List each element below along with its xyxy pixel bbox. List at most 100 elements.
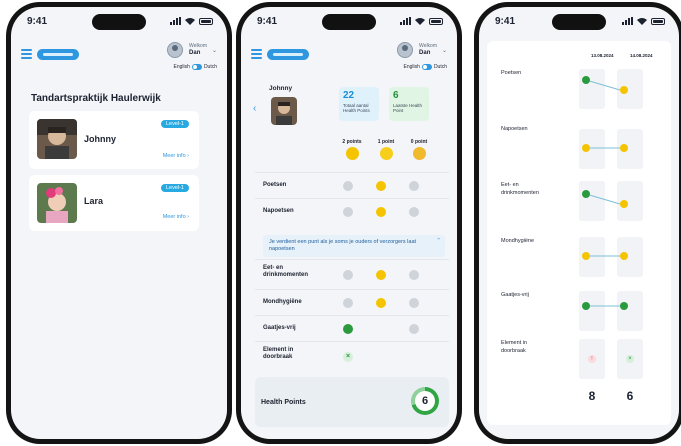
phone-home: 9:41 Welkom Dan ⌄ English Dutch Tandartspr… (6, 2, 232, 444)
row-label: Gaatjes-vrij (263, 325, 296, 331)
history-cell (617, 291, 643, 331)
smile-emoji-icon (379, 147, 393, 160)
child-photo (37, 183, 77, 223)
user-name: Dan (419, 50, 431, 56)
dynamic-island (322, 14, 376, 30)
signal-icon (400, 17, 411, 25)
status-bar: 9:41 (479, 7, 679, 35)
stat-last-point: 6 Laatste Health Point (389, 87, 429, 121)
health-points-summary: Health Points 6 (255, 377, 449, 427)
more-info-link[interactable]: Meer info › (163, 214, 189, 220)
welcome-text: Welkom Dan (189, 43, 207, 57)
back-arrow-icon[interactable]: ‹ (253, 103, 256, 114)
score-1-option[interactable] (376, 181, 386, 191)
language-toggle[interactable]: English Dutch (404, 64, 447, 70)
score-2-option[interactable] (343, 298, 353, 308)
score-row-mondhygiene: Mondhygiëne (255, 289, 449, 315)
status-time: 9:41 (257, 16, 278, 27)
history-row: Gaatjes-vrij (497, 291, 661, 341)
history-cell (579, 291, 605, 331)
lang-english: English (403, 64, 420, 70)
row-label: Poetsen (501, 70, 522, 76)
system-icons (400, 17, 443, 25)
row-label: Mondhygiëne (263, 299, 302, 305)
score-row-poetsen: Poetsen (255, 172, 449, 198)
chevron-up-icon[interactable]: ⌃ (436, 238, 441, 245)
child-card-johnny[interactable]: Johnny Level-1 Meer info › (29, 111, 199, 169)
system-icons (170, 17, 213, 25)
welcome-label: Welkom (419, 43, 437, 49)
chevron-down-icon[interactable]: ⌄ (442, 47, 447, 54)
chevron-down-icon[interactable]: ⌄ (212, 47, 217, 54)
wifi-icon (185, 18, 195, 25)
row-label: Element in doorbraak (263, 347, 294, 360)
row-label: Poetsen (263, 182, 287, 188)
status-dot-yellow (620, 200, 628, 208)
score-0-option[interactable] (409, 324, 419, 334)
child-photo (37, 119, 77, 159)
status-dot-green (620, 302, 628, 310)
welcome-text: Welkom Dan (419, 43, 437, 57)
user-name: Dan (189, 50, 201, 56)
user-avatar[interactable] (167, 42, 183, 58)
page-title: Tandartspraktijk Haulerwijk (31, 93, 161, 104)
score-row-element-doorbraak: Element in doorbraak × (255, 341, 449, 371)
child-name: Lara (84, 196, 104, 206)
row-label: Gaatjes-vrij (501, 292, 529, 298)
status-dot-yellow (620, 252, 628, 260)
language-switch[interactable] (421, 64, 432, 70)
check-icon[interactable]: × (343, 352, 353, 362)
check-icon: × (626, 355, 634, 363)
history-row: Napoetsen (497, 125, 661, 175)
info-tooltip: Je verdient een punt als je soms je oude… (263, 235, 445, 257)
app-logo (37, 49, 79, 60)
menu-icon[interactable] (251, 49, 262, 61)
score-2-option[interactable] (343, 270, 353, 280)
stat-total-value: 22 (343, 90, 355, 101)
health-points-value: 6 (415, 391, 435, 411)
detail-screen: 9:41 Welkom Dan ⌄ English Dutch ‹ Johnny 2… (241, 7, 457, 439)
stat-last-value: 6 (393, 90, 399, 101)
top-bar: Welkom Dan ⌄ English Dutch (251, 37, 447, 79)
phone-history: 9:41 13.08.2024 14.08.2024 Poetsen Napoe… (474, 2, 681, 444)
more-info-link[interactable]: Meer info › (163, 153, 189, 159)
stat-total-label: Totaal aantal Health Points (343, 103, 370, 113)
score-2-option[interactable] (343, 324, 353, 334)
row-label: Napoetsen (263, 208, 294, 214)
score-0-option[interactable] (409, 207, 419, 217)
score-2-option[interactable] (343, 207, 353, 217)
status-dot-green (582, 190, 590, 198)
score-1-option[interactable] (376, 207, 386, 217)
date-column-2: 14.08.2024 (630, 53, 653, 58)
language-switch[interactable] (191, 64, 202, 70)
history-row: Element in doorbraak ! × (497, 339, 661, 389)
score-1-option[interactable] (376, 298, 386, 308)
score-0-option[interactable] (409, 270, 419, 280)
lang-dutch: Dutch (433, 64, 447, 70)
status-time: 9:41 (495, 16, 516, 27)
wifi-icon (637, 18, 647, 25)
status-bar: 9:41 (241, 7, 457, 35)
user-avatar[interactable] (397, 42, 413, 58)
score-1-option[interactable] (376, 270, 386, 280)
battery-icon (429, 18, 443, 25)
score-0-option[interactable] (409, 298, 419, 308)
signal-icon (170, 17, 181, 25)
child-photo (271, 97, 297, 125)
alert-icon: ! (588, 355, 596, 363)
language-toggle[interactable]: English Dutch (174, 64, 217, 70)
score-0-option[interactable] (409, 181, 419, 191)
header-0-point: 0 point (404, 139, 434, 160)
row-label: Napoetsen (501, 126, 528, 132)
row-label: Eet- en drinkmomenten (501, 182, 539, 196)
history-screen: 9:41 13.08.2024 14.08.2024 Poetsen Napoe… (479, 7, 679, 439)
child-name: Johnny (84, 134, 117, 144)
child-card-lara[interactable]: Lara Level-1 Meer info › (29, 175, 199, 231)
menu-icon[interactable] (21, 49, 32, 61)
history-row: Mondhygiëne (497, 237, 661, 287)
lang-dutch: Dutch (203, 64, 217, 70)
app-logo (267, 49, 309, 60)
score-2-option[interactable] (343, 181, 353, 191)
phone-detail: 9:41 Welkom Dan ⌄ English Dutch ‹ Johnny 2… (236, 2, 462, 444)
status-time: 9:41 (27, 16, 48, 27)
